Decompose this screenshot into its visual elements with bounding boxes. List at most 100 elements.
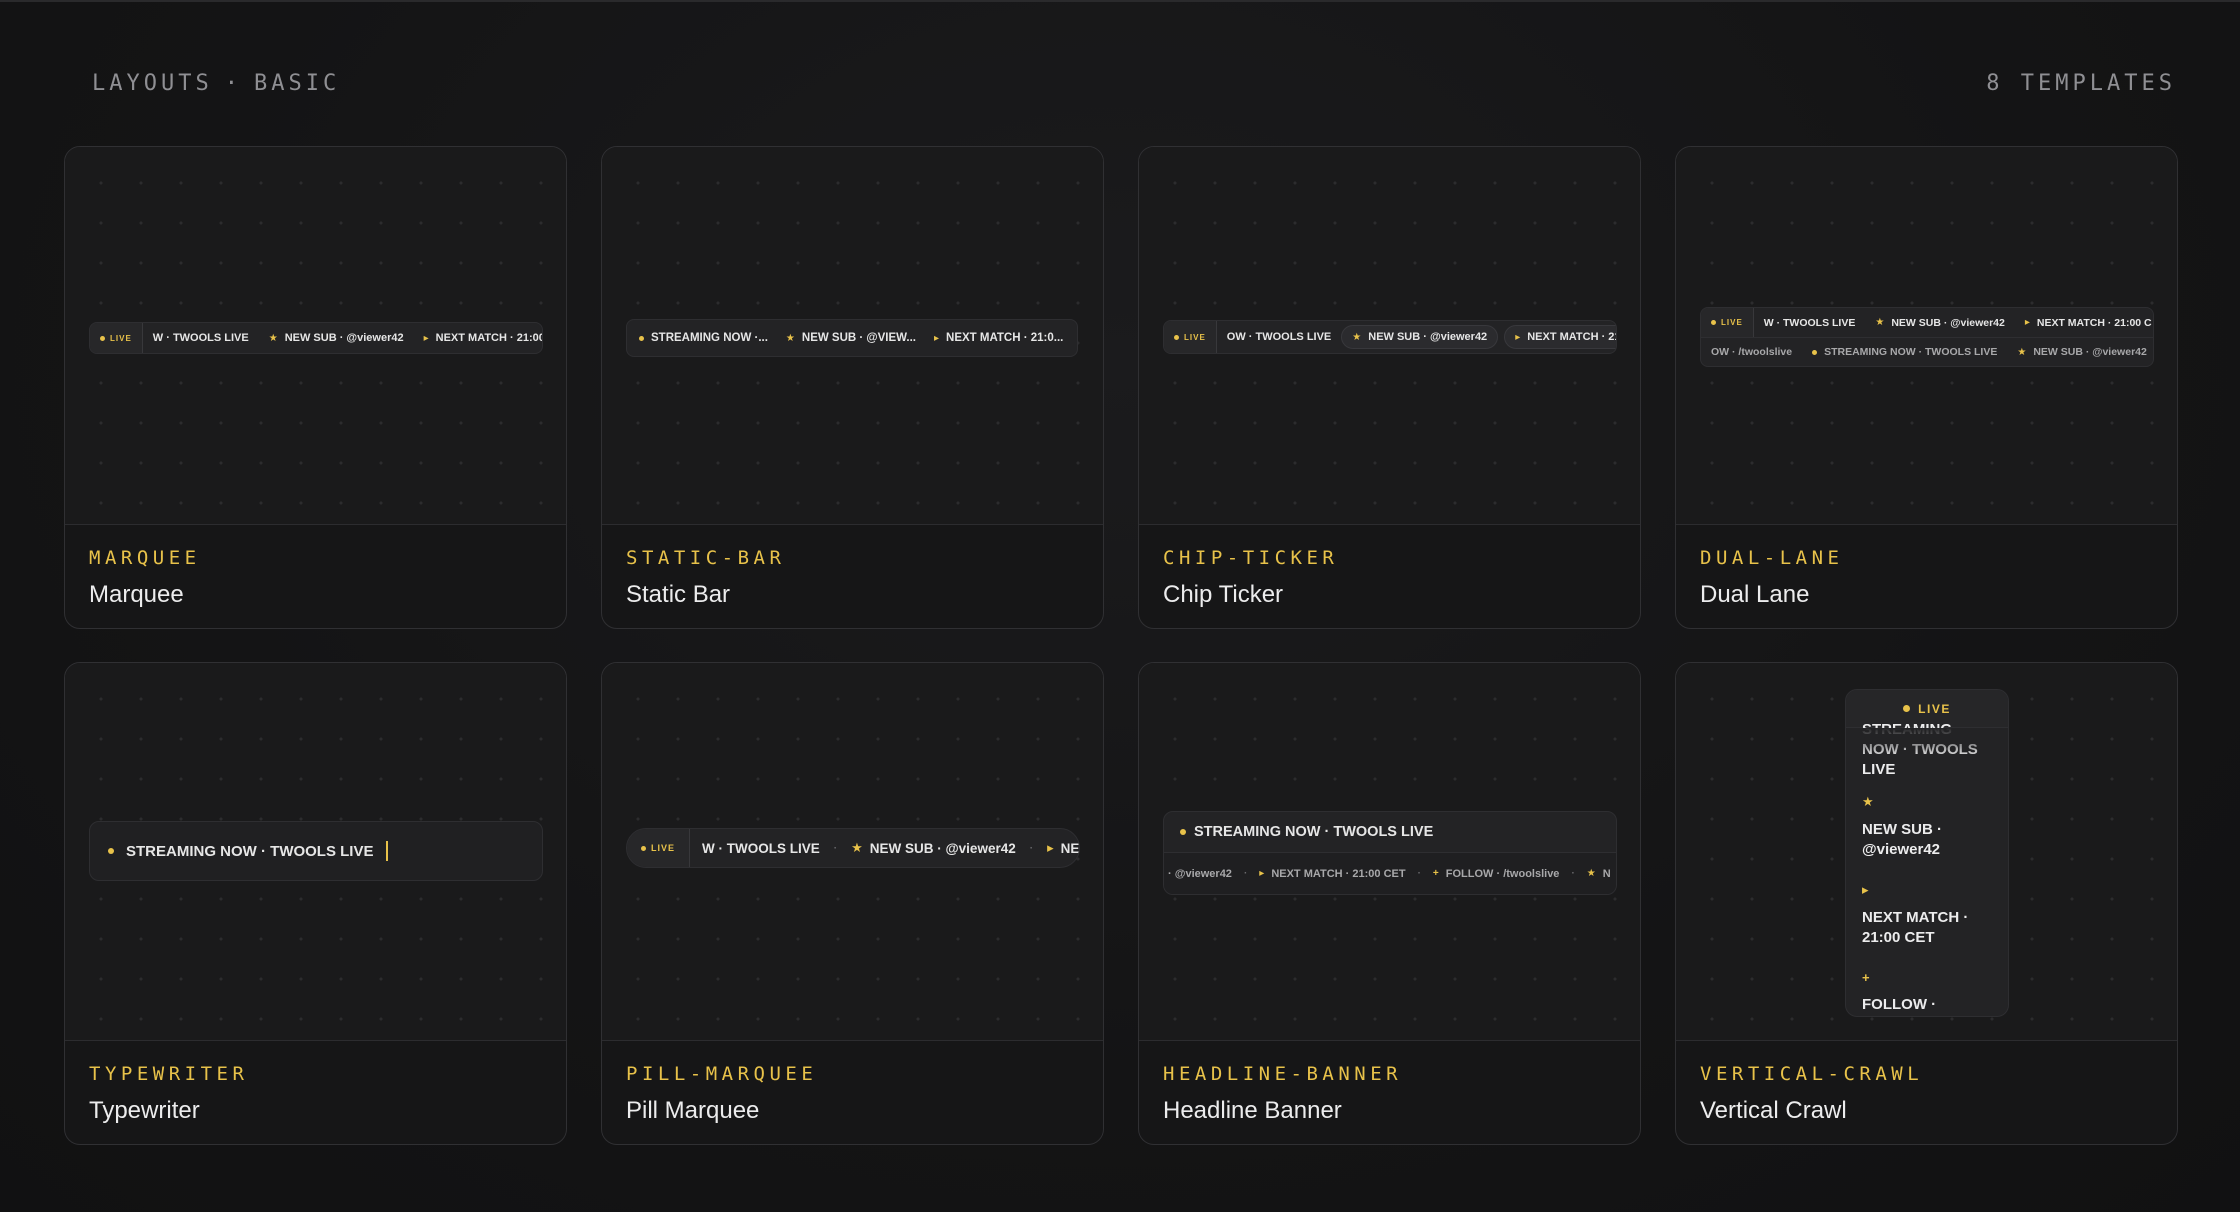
template-card-static-bar[interactable]: STREAMING NOW ·... ★ NEW SUB · @VIEW... ▸… xyxy=(601,146,1104,629)
ticker-text: NEW SUB · @viewer42 xyxy=(1368,331,1488,343)
dot-icon xyxy=(1711,320,1716,325)
template-slug: DUAL-LANE xyxy=(1700,547,1844,569)
ticker-item: + FOLLOW · /twoolslive xyxy=(1423,868,1570,880)
template-preview: LIVE STREAMING NOW · TWOOLS LIVE ★ NEW S… xyxy=(1676,663,2177,1041)
top-divider xyxy=(0,0,2240,2)
typewriter-text: STREAMING NOW · TWOOLS LIVE xyxy=(126,842,374,860)
template-slug: CHIP-TICKER xyxy=(1163,547,1339,569)
ticker-text: NEXT MATCH · 21:00 C xyxy=(2036,316,2152,329)
pill-marquee-bar: LIVE W · TWOOLS LIVE · ★ NEW SUB · @viewe… xyxy=(626,828,1080,868)
ticker-chip: ★ NEW SUB · @viewer42 xyxy=(1341,325,1499,349)
page-header: LAYOUTS · BASIC 8 TEMPLATES xyxy=(92,66,2176,100)
template-card-pill-marquee[interactable]: LIVE W · TWOOLS LIVE · ★ NEW SUB · @viewe… xyxy=(601,662,1104,1145)
template-slug: TYPEWRITER xyxy=(89,1063,249,1085)
list-item-text: NEXT MATCH · 21:00 CET xyxy=(1862,909,1969,946)
template-preview: LIVE W · TWOOLS LIVE · ★ NEW SUB · @viewe… xyxy=(602,663,1103,1041)
template-preview: STREAMING NOW · TWOOLS LIVE xyxy=(65,663,566,1041)
headline-subticker: · @viewer42 · ▸ NEXT MATCH · 21:00 CET · … xyxy=(1164,852,1616,894)
ticker-item: OW · /twoolslive xyxy=(1701,346,1802,358)
template-name: Pill Marquee xyxy=(626,1097,760,1124)
template-preview: STREAMING NOW ·... ★ NEW SUB · @VIEW... ▸… xyxy=(602,147,1103,525)
template-slug: MARQUEE xyxy=(89,547,201,569)
template-name: Vertical Crawl xyxy=(1700,1097,1847,1124)
template-grid: LIVE W · TWOOLS LIVE ★ NEW SUB · @viewer4… xyxy=(64,146,2178,1145)
ticker-text: NEXT MATCH · 21:0... xyxy=(946,332,1064,344)
text-caret xyxy=(385,841,388,861)
ticker-item: ★ NEW SUB · @viewer42 xyxy=(2007,346,2153,358)
ticker-text: OW · /twoolslive xyxy=(1711,346,1793,358)
template-card-typewriter[interactable]: STREAMING NOW · TWOOLS LIVE TYPEWRITER T… xyxy=(64,662,567,1145)
headline-banner: STREAMING NOW · TWOOLS LIVE · @viewer42 … xyxy=(1163,811,1617,895)
ticker-item: STREAMING NOW ·... xyxy=(639,332,780,344)
ticker-text: W · TWOOLS LIVE xyxy=(152,332,249,344)
ticker-text: NEXT MATCH · 21:0 xyxy=(1527,331,1616,343)
ticker-item: ▸ NE xyxy=(1035,840,1079,856)
headline-text: STREAMING NOW · TWOOLS LIVE xyxy=(1194,824,1434,840)
list-item: + FOLLOW · /twoolslive xyxy=(1862,970,1992,1016)
list-item: STREAMING NOW · TWOOLS LIVE xyxy=(1862,720,1992,780)
plus-icon: + xyxy=(1862,970,1870,985)
breadcrumb-separator: · xyxy=(224,70,242,96)
ticker-text: FOLLOW · /twoolslive xyxy=(1445,867,1560,880)
template-card-vertical-crawl[interactable]: LIVE STREAMING NOW · TWOOLS LIVE ★ NEW S… xyxy=(1675,662,2178,1145)
live-label: LIVE xyxy=(1184,332,1206,342)
live-label: LIVE xyxy=(651,843,676,853)
template-card-headline-banner[interactable]: STREAMING NOW · TWOOLS LIVE · @viewer42 … xyxy=(1138,662,1641,1145)
marquee-bar: LIVE W · TWOOLS LIVE ★ NEW SUB · @viewer4… xyxy=(89,322,543,354)
ticker-text: · @viewer42 xyxy=(1168,867,1232,880)
live-label: LIVE xyxy=(1918,701,1951,716)
template-preview: LIVE W · TWOOLS LIVE ★ NEW SUB · @viewer4… xyxy=(65,147,566,525)
ticker-chip: ▸ NEXT MATCH · 21:0 xyxy=(1504,325,1616,349)
star-icon: ★ xyxy=(1875,317,1885,328)
ticker-item: ▸ NEXT MATCH · 21:00 CET xyxy=(1249,868,1415,880)
live-label: LIVE xyxy=(110,333,132,343)
breadcrumb: LAYOUTS · BASIC xyxy=(92,71,340,96)
separator-dot: · xyxy=(1417,868,1421,879)
dot-icon xyxy=(100,335,105,341)
breadcrumb-section: LAYOUTS xyxy=(92,70,213,96)
list-item: ▸ NEXT MATCH · 21:00 CET xyxy=(1862,882,1992,948)
ticker-text: STREAMING NOW ·... xyxy=(651,332,768,344)
template-name: Typewriter xyxy=(89,1097,200,1124)
list-item-text: NEW SUB · @viewer42 xyxy=(1862,821,1942,858)
ticker-item: ★ NEW SUB · @viewer42 xyxy=(259,332,414,344)
arrow-icon: ▸ xyxy=(2024,317,2030,328)
separator-dot: · xyxy=(833,842,838,854)
star-icon: ★ xyxy=(1586,868,1596,879)
arrow-icon: ▸ xyxy=(1862,882,1869,897)
template-name: Marquee xyxy=(89,581,184,608)
template-count: 8 TEMPLATES xyxy=(1986,70,2176,96)
template-preview: LIVE OW · TWOOLS LIVE ★ NEW SUB · @viewer… xyxy=(1139,147,1640,525)
template-preview: LIVE W · TWOOLS LIVE ★ NEW SUB · @viewer4… xyxy=(1676,147,2177,525)
lane-primary: LIVE W · TWOOLS LIVE ★ NEW SUB · @viewer4… xyxy=(1701,308,2153,337)
ticker-text: NEW SUB · @viewer42 xyxy=(869,840,1016,856)
dot-icon xyxy=(1812,349,1818,355)
star-icon: ★ xyxy=(785,332,795,344)
ticker-item: ▸ NEXT MATCH · 21:0... xyxy=(928,332,1075,344)
ticker-item: STREAMING NOW · TWOOLS LIVE xyxy=(1802,346,2007,358)
separator-dot: · xyxy=(1243,868,1248,879)
arrow-icon: ▸ xyxy=(933,332,940,344)
template-card-dual-lane[interactable]: LIVE W · TWOOLS LIVE ★ NEW SUB · @viewer4… xyxy=(1675,146,2178,629)
arrow-icon: ▸ xyxy=(1259,868,1265,879)
arrow-icon: ▸ xyxy=(1047,840,1054,855)
dot-icon xyxy=(1174,334,1179,340)
ticker-text: OW · TWOOLS LIVE xyxy=(1226,331,1332,343)
ticker-text: NEW SUB · @viewer42 xyxy=(1891,316,2005,329)
template-card-chip-ticker[interactable]: LIVE OW · TWOOLS LIVE ★ NEW SUB · @viewer… xyxy=(1138,146,1641,629)
ticker-text: W · TWOOLS LIVE xyxy=(702,840,820,856)
ticker-item: ★ NEW SUB · @viewer42 xyxy=(839,840,1028,856)
template-card-marquee[interactable]: LIVE W · TWOOLS LIVE ★ NEW SUB · @viewer4… xyxy=(64,146,567,629)
ticker-item: ★ N xyxy=(1577,868,1616,880)
ticker-item: ▸ NEXT MATCH · 21:00 C xyxy=(2015,317,2153,329)
ticker-text: N xyxy=(1602,867,1611,880)
ticker-item: OW · TWOOLS LIVE xyxy=(1217,331,1336,343)
list-item: ★ NEW SUB · @viewer42 xyxy=(1862,794,1992,860)
list-item-text: STREAMING NOW · TWOOLS LIVE xyxy=(1862,721,1978,778)
live-label: LIVE xyxy=(1721,318,1743,327)
ticker-item: · @viewer42 xyxy=(1164,868,1242,880)
list-item-text: FOLLOW · /twoolslive xyxy=(1862,996,1937,1013)
dot-icon xyxy=(108,848,114,854)
template-preview: STREAMING NOW · TWOOLS LIVE · @viewer42 … xyxy=(1139,663,1640,1041)
typewriter-bar: STREAMING NOW · TWOOLS LIVE xyxy=(89,821,543,881)
